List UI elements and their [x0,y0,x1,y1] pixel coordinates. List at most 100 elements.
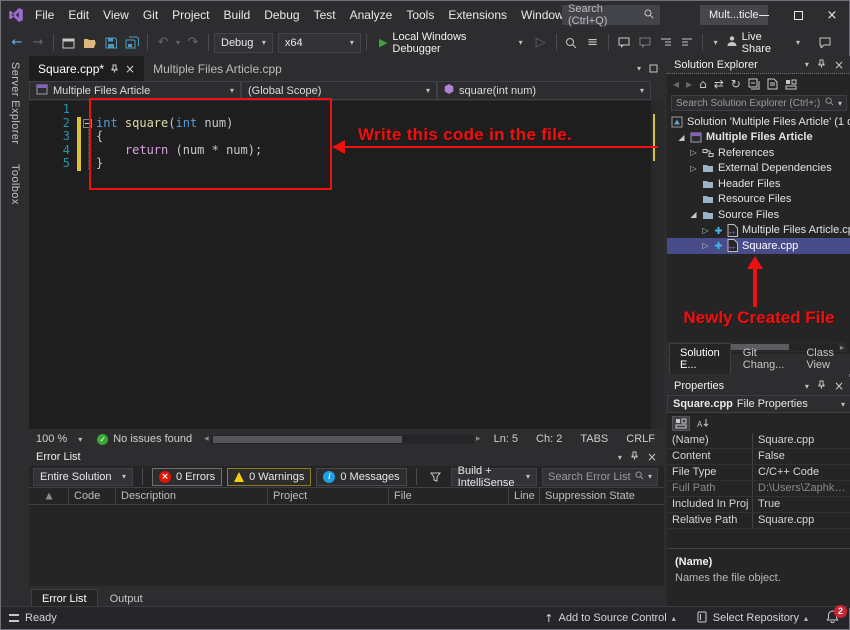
menu-view[interactable]: View [96,8,136,22]
property-row[interactable]: (Name)Square.cpp [667,433,850,449]
close-panel-icon[interactable]: × [834,59,844,71]
comment-icon[interactable] [614,32,634,54]
menu-analyze[interactable]: Analyze [343,8,400,22]
menu-edit[interactable]: Edit [61,8,96,22]
property-row[interactable]: Included In ProjTrue [667,497,850,513]
quick-search-input[interactable]: Search (Ctrl+Q) [562,5,660,25]
refresh-icon[interactable]: ↻ [731,77,741,91]
redo-icon[interactable]: ↷ [183,32,203,54]
line-ending-indicator[interactable]: CRLF [617,433,664,445]
add-to-source-control-button[interactable]: ↑ Add to Source Control ▴ [536,612,683,625]
find-in-files-icon[interactable] [562,32,582,54]
menu-file[interactable]: File [28,8,61,22]
menu-extensions[interactable]: Extensions [441,8,514,22]
severity-column-header[interactable] [29,488,69,504]
chevron-down-icon[interactable]: ▾ [618,453,622,462]
warnings-filter-button[interactable]: 0 Warnings [227,468,311,486]
tabs-indicator[interactable]: TABS [571,433,617,445]
column-header-description[interactable]: Description [116,488,268,504]
properties-object-dropdown[interactable]: Square.cpp File Properties ▾ [667,395,850,413]
close-button[interactable]: × [815,1,849,29]
tree-item-header-files[interactable]: Header Files [667,176,850,192]
navigate-to-icon[interactable]: ≡ [583,32,603,54]
horizontal-scrollbar[interactable]: ◂ ▸ [204,434,480,444]
maximize-button[interactable] [781,1,815,29]
tab-git-changes[interactable]: Git Chang... [733,344,795,374]
property-row[interactable]: Relative PathSquare.cpp [667,513,850,529]
menu-tools[interactable]: Tools [399,8,441,22]
outdent-icon[interactable] [677,32,697,54]
scrollbar-track[interactable] [211,435,474,444]
chevron-down-icon[interactable]: ▾ [805,382,809,391]
menu-build[interactable]: Build [217,8,258,22]
error-list-body[interactable] [29,505,664,586]
menu-test[interactable]: Test [307,8,343,22]
tab-solution-explorer[interactable]: Solution E... [669,343,731,374]
start-without-debugging-icon[interactable]: ▷ [531,32,551,54]
feedback-icon[interactable] [815,32,835,54]
tree-item-resource-files[interactable]: Resource Files [667,192,850,208]
expander-collapsed-icon[interactable]: ▷ [689,164,698,173]
close-panel-icon[interactable]: × [647,451,657,463]
column-header-suppression-state[interactable]: Suppression State [540,488,664,504]
expander-expanded-icon[interactable]: ◢ [677,133,686,142]
pin-icon[interactable] [817,59,826,71]
minimize-button[interactable] [747,1,781,29]
tab-multiple-files-article-cpp[interactable]: Multiple Files Article.cpp [144,56,291,81]
new-project-icon[interactable] [59,32,79,54]
expander-expanded-icon[interactable]: ◢ [689,210,698,219]
start-debugging-button[interactable]: ▶ Local Windows Debugger ▾ [372,32,530,54]
background-tasks-icon[interactable] [9,614,19,622]
column-header-file[interactable]: File [389,488,509,504]
error-list-header[interactable]: Error List ▾ × [29,448,664,466]
expander-collapsed-icon[interactable]: ▷ [701,241,710,250]
forward-icon[interactable]: ▸ [686,77,692,91]
tree-item-references[interactable]: ▷ References [667,145,850,161]
tree-item-external-dependencies[interactable]: ▷ External Dependencies [667,161,850,177]
collapse-all-icon[interactable] [748,78,760,90]
sort-alphabetical-icon[interactable]: A [695,417,712,430]
error-scope-dropdown[interactable]: Entire Solution▾ [33,468,133,486]
home-icon[interactable]: ⌂ [699,77,707,91]
expander-collapsed-icon[interactable]: ▷ [689,148,698,157]
active-files-dropdown-icon[interactable]: ▾ [637,64,641,73]
errors-filter-button[interactable]: ×0 Errors [152,468,222,486]
back-icon[interactable]: ◂ [673,77,679,91]
column-header-project[interactable]: Project [268,488,389,504]
error-search-input[interactable]: Search Error List ▾ [542,468,658,486]
expander-collapsed-icon[interactable]: ▷ [701,226,710,235]
solution-explorer-header[interactable]: Solution Explorer ▾ × [667,56,850,74]
configuration-dropdown[interactable]: Debug▾ [214,33,273,53]
platform-dropdown[interactable]: x64▾ [278,33,361,53]
property-row[interactable]: ContentFalse [667,449,850,465]
server-explorer-tab[interactable]: Server Explorer [9,62,21,144]
properties-header[interactable]: Properties ▾ × [667,377,850,395]
tree-item-multiple-files-article-cpp[interactable]: ▷ ++ Multiple Files Article.cpp [667,223,850,239]
open-file-icon[interactable] [80,32,100,54]
tab-square-cpp[interactable]: Square.cpp* × [29,56,144,81]
solution-search-input[interactable]: Search Solution Explorer (Ctrl+;) ▾ [671,95,847,111]
uncomment-icon[interactable] [635,32,655,54]
live-share-button[interactable]: Live Share ▾ [719,32,807,54]
messages-filter-button[interactable]: i0 Messages [316,468,406,486]
toolbox-tab[interactable]: Toolbox [9,164,21,205]
indent-icon[interactable] [656,32,676,54]
scroll-left-icon[interactable]: ◂ [204,434,209,444]
code-editor[interactable]: 1 2 3 4 5 int square(int num) { return (… [29,101,664,429]
save-all-icon[interactable] [122,32,142,54]
switch-views-icon[interactable]: ⇄ [714,77,724,91]
pin-icon[interactable] [630,451,639,463]
navigate-forward-icon[interactable]: → [28,32,48,54]
undo-icon[interactable]: ↶ [153,32,173,54]
menu-project[interactable]: Project [165,8,216,22]
property-row[interactable]: Full PathD:\Users\Zaphkill\D [667,481,850,497]
error-source-dropdown[interactable]: Build + IntelliSense▾ [451,468,537,486]
tab-class-view[interactable]: Class View [796,344,850,374]
properties-icon[interactable] [785,79,797,90]
zoom-selector[interactable]: 100 %▾ [29,433,89,445]
navigate-back-icon[interactable]: ← [7,32,27,54]
pin-icon[interactable] [110,62,119,76]
categorize-icon[interactable] [672,416,690,431]
column-header-code[interactable]: Code [69,488,116,504]
close-panel-icon[interactable]: × [834,380,844,392]
